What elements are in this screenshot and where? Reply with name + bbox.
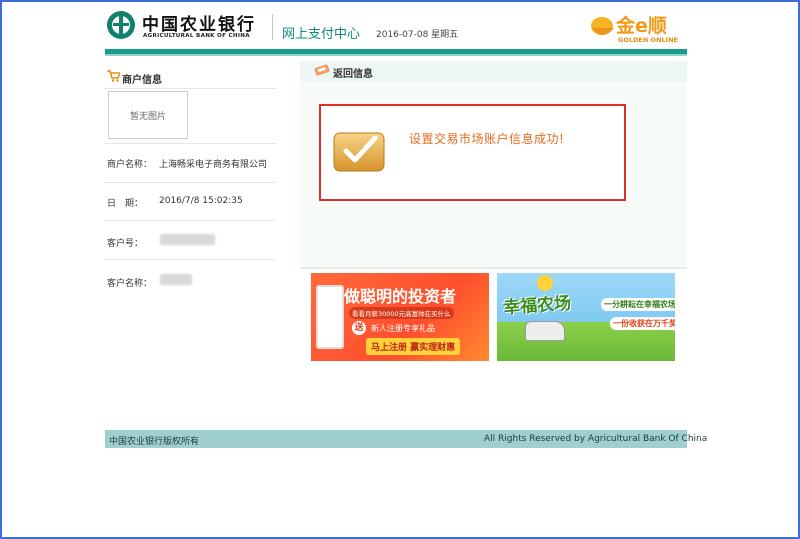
photo-placeholder-text: 暂无图片 [129, 112, 166, 122]
customer-id-redacted [160, 234, 215, 245]
gift-badge: 送 [352, 321, 366, 335]
merchant-name-label: 商户名称： [107, 160, 153, 170]
farm-banner-title: 幸福农场 [502, 293, 572, 319]
register-now-button[interactable]: 马上注册 赢实理财惠 [366, 338, 461, 355]
payment-center-title: 网上支付中心 [282, 27, 361, 42]
invest-banner-gift: 新人注册专享礼品 [371, 324, 435, 333]
abc-logo-icon [107, 11, 135, 39]
cart-icon [107, 70, 120, 82]
sidebar-divider [104, 182, 276, 183]
invest-banner-subtitle: 看看月薪30000元高富帅在买什么 [349, 307, 454, 319]
sidebar-divider [104, 220, 276, 221]
customer-name-redacted [160, 274, 192, 285]
bank-name-cn: 中国农业银行 [142, 15, 256, 35]
return-info-icon [314, 64, 330, 76]
car-icon [525, 321, 565, 341]
footer-copyright-en: All Rights Reserved by Agricultural Bank… [484, 434, 708, 444]
merchant-photo: 暂无图片 [108, 91, 188, 139]
header-bar-light [105, 54, 687, 56]
content-separator [300, 267, 687, 269]
chick-icon [537, 275, 553, 291]
invest-banner[interactable]: 做聪明的投资者 看看月薪30000元高富帅在买什么 送 新人注册专享礼品 马上注… [311, 273, 489, 361]
header-divider [272, 14, 273, 40]
bank-name-en: AGRICULTURAL BANK OF CHINA [143, 33, 250, 39]
customer-id-label: 客户号： [107, 239, 144, 249]
customer-name-label: 客户名称： [107, 279, 153, 289]
invest-banner-title: 做聪明的投资者 [344, 287, 457, 306]
sidebar-divider [104, 259, 276, 260]
header-date: 2016-07-08 星期五 [376, 30, 459, 40]
success-message: 设置交易市场账户信息成功! [409, 132, 565, 146]
footer-copyright-cn: 中国农业银行版权所有 [109, 437, 200, 447]
merchant-info-title: 商户信息 [122, 75, 162, 86]
partner-name-cn: 金e顺 [616, 15, 667, 37]
phone-icon [316, 285, 344, 349]
partner-name-en: GOLDEN ONLINE [618, 36, 678, 44]
sidebar-divider [104, 88, 276, 89]
farm-banner-line2: 一份收获在万千奖品 [610, 317, 675, 330]
success-check-icon [333, 132, 385, 172]
merchant-name-value: 上海畅采电子商务有限公司 [159, 160, 268, 170]
date-label: 日 期： [107, 199, 144, 209]
sidebar-divider [104, 143, 276, 144]
return-info-title: 返回信息 [333, 69, 373, 80]
farm-banner-line1: 一分耕耘在幸福农场 [601, 298, 675, 311]
farm-banner[interactable]: 幸福农场 一分耕耘在幸福农场 一份收获在万千奖品 [497, 273, 675, 361]
date-value: 2016/7/8 15:02:35 [159, 196, 243, 206]
golden-online-logo: 金e顺 GOLDEN ONLINE [588, 8, 684, 48]
